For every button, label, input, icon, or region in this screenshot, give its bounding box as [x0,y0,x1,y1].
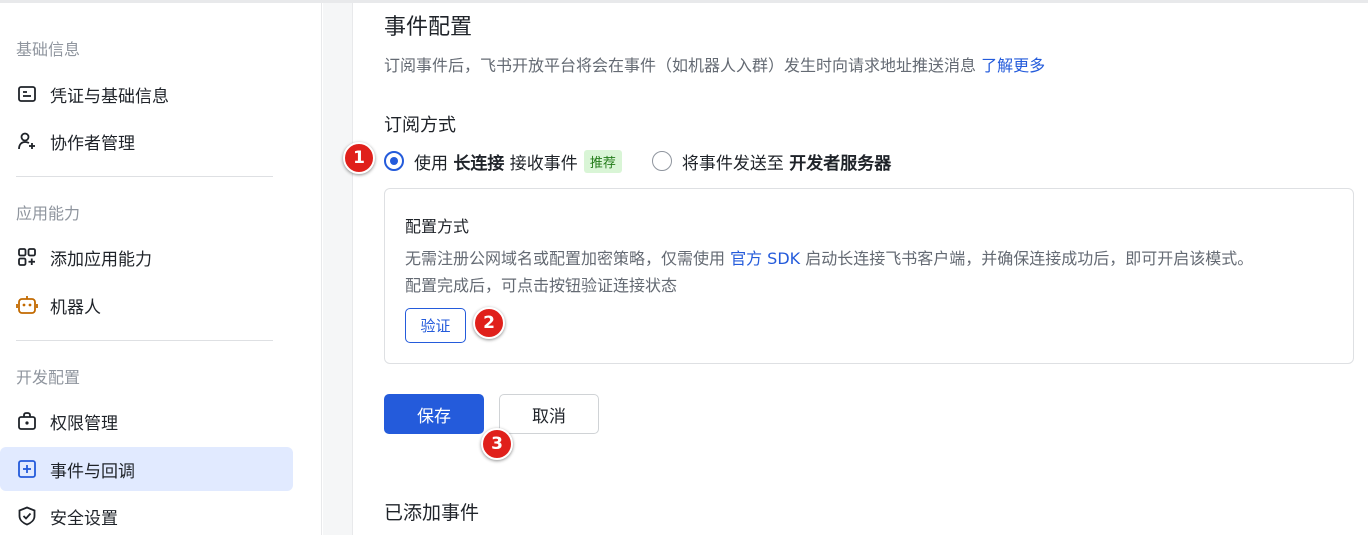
config-method-panel: 配置方式 无需注册公网域名或配置加密策略，仅需使用 官方 SDK 启动长连接飞书… [384,188,1354,364]
radio-label: 将事件发送至 开发者服务器 [681,153,892,174]
sidebar: 基础信息 凭证与基础信息 协作者管理 应用能力 添加应用能力 机器人 开发配置 … [0,3,322,535]
add-capability-icon [16,246,38,268]
step-marker-2: 2 [473,307,505,339]
sidebar-item-add-capability[interactable]: 添加应用能力 [0,235,293,279]
permission-icon [16,410,38,432]
added-events-title: 已添加事件 [384,502,480,524]
save-button[interactable]: 保存 [384,394,484,434]
sidebar-item-credentials[interactable]: 凭证与基础信息 [0,72,293,116]
config-method-title: 配置方式 [405,217,470,236]
description-text: 订阅事件后，飞书开放平台将会在事件（如机器人入群）发生时向请求地址推送消息 [384,56,977,75]
section-title-app-capabilities: 应用能力 [16,204,81,223]
section-title-basic-info: 基础信息 [16,40,81,59]
sidebar-item-label: 安全设置 [50,508,118,529]
sidebar-item-collaborators[interactable]: 协作者管理 [0,119,293,163]
recommended-badge: 推荐 [583,149,622,173]
page-description: 订阅事件后，飞书开放平台将会在事件（如机器人入群）发生时向请求地址推送消息 了解… [384,52,1045,76]
sidebar-item-label: 添加应用能力 [50,249,152,270]
subscribe-method-title: 订阅方式 [384,115,456,136]
section-title-dev-config: 开发配置 [16,368,81,387]
radio-long-connection[interactable]: 使用 长连接 接收事件 推荐 [384,149,622,174]
sidebar-item-robot[interactable]: 机器人 [0,283,293,327]
learn-more-link[interactable]: 了解更多 [981,56,1045,75]
sidebar-item-permissions[interactable]: 权限管理 [0,399,293,443]
radio-developer-server[interactable]: 将事件发送至 开发者服务器 [651,149,892,174]
config-method-description: 无需注册公网域名或配置加密策略，仅需使用 官方 SDK 启动长连接飞书客户端，并… [405,249,1254,295]
step-marker-1: 1 [343,142,375,174]
content-gutter [323,3,353,535]
radio-checked-icon[interactable] [384,151,404,171]
sidebar-item-label: 权限管理 [50,413,118,434]
event-callback-icon [16,458,38,480]
shield-icon [16,505,38,527]
sidebar-item-label: 凭证与基础信息 [50,86,169,107]
credential-icon [16,83,38,105]
sidebar-item-label: 事件与回调 [50,461,135,482]
page-title: 事件配置 [384,15,473,40]
radio-label: 使用 长连接 接收事件 [414,153,578,174]
sidebar-item-events-callbacks[interactable]: 事件与回调 [0,447,293,491]
sidebar-item-label: 机器人 [50,297,101,318]
subscribe-method-radio-group: 使用 长连接 接收事件 推荐 将事件发送至 开发者服务器 [384,147,891,175]
sidebar-divider [16,176,273,177]
radio-unchecked-icon[interactable] [651,151,672,171]
robot-icon [16,294,38,316]
sidebar-item-label: 协作者管理 [50,133,135,154]
cancel-button[interactable]: 取消 [499,394,599,434]
sidebar-item-security[interactable]: 安全设置 [0,494,293,535]
sidebar-divider [16,340,273,341]
step-marker-3: 3 [481,428,513,460]
add-collaborator-icon [16,130,38,152]
official-sdk-link[interactable]: 官方 SDK [730,249,800,268]
verify-button[interactable]: 验证 [405,308,466,343]
